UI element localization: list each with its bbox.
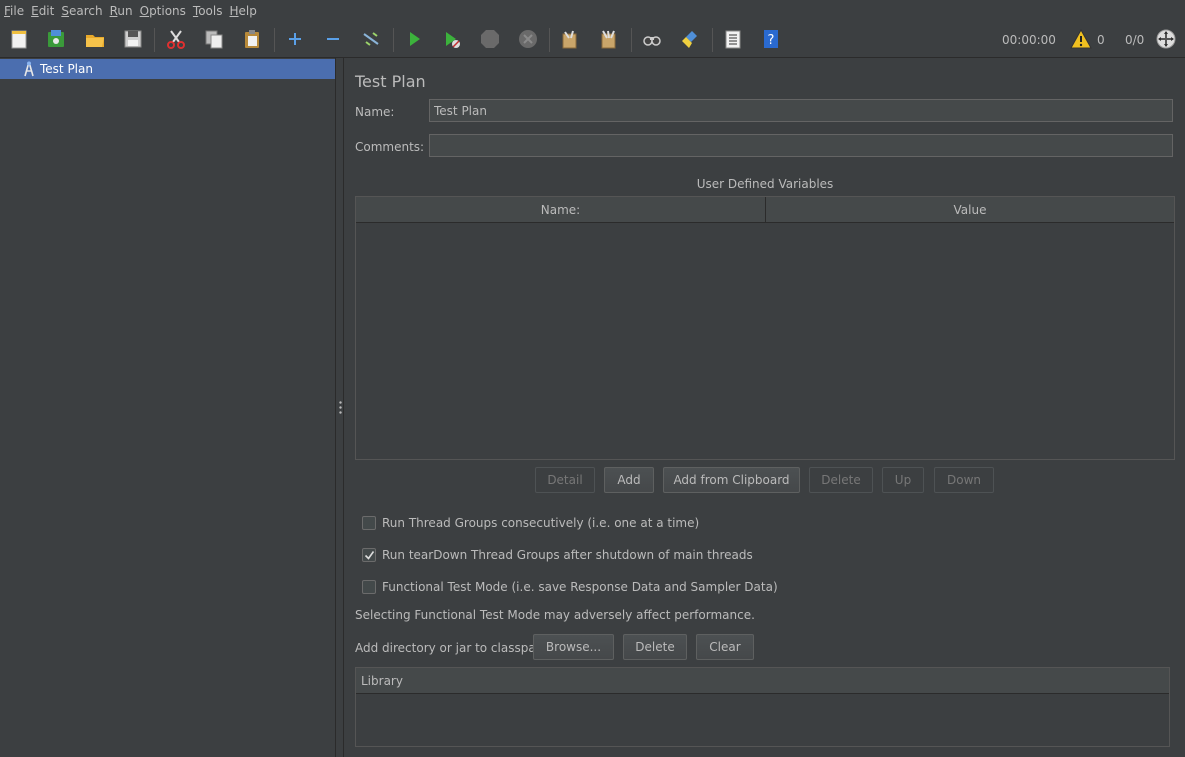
svg-text:?: ? <box>768 33 775 48</box>
add-button[interactable]: Add <box>604 467 654 493</box>
templates-icon[interactable] <box>43 26 69 52</box>
run-teardown-label: Run tearDown Thread Groups after shutdow… <box>382 548 753 562</box>
warning-count: 0 <box>1097 33 1105 47</box>
toolbar: ? 00:00:00 0 0/0 <box>0 21 1185 58</box>
checkmark-icon <box>364 550 374 560</box>
toggle-icon[interactable] <box>358 26 384 52</box>
save-icon[interactable] <box>120 26 146 52</box>
menu-search[interactable]: Search <box>61 4 102 18</box>
run-consecutively-option[interactable]: Run Thread Groups consecutively (i.e. on… <box>362 516 699 530</box>
test-plan-panel: Test Plan Name: Comments: User Defined V… <box>345 58 1185 757</box>
clear-all-icon[interactable] <box>596 26 622 52</box>
name-field[interactable] <box>429 99 1173 122</box>
panel-title: Test Plan <box>355 72 426 91</box>
copy-icon[interactable] <box>201 26 227 52</box>
test-tree: Test Plan <box>0 58 336 757</box>
start-no-pauses-icon[interactable] <box>439 26 465 52</box>
shutdown-icon[interactable] <box>515 26 541 52</box>
reset-search-icon[interactable] <box>677 26 703 52</box>
detail-button[interactable]: Detail <box>535 467 595 493</box>
run-consecutively-checkbox[interactable] <box>362 516 376 530</box>
new-icon[interactable] <box>6 26 32 52</box>
menu-run[interactable]: Run <box>110 4 133 18</box>
delete-classpath-button[interactable]: Delete <box>623 634 687 660</box>
menu-file[interactable]: File <box>4 4 24 18</box>
functional-mode-note: Selecting Functional Test Mode may adver… <box>355 608 755 622</box>
user-defined-variables-table[interactable]: Name: Value <box>355 196 1175 460</box>
expand-all-icon[interactable] <box>282 26 308 52</box>
cut-icon[interactable] <box>163 26 189 52</box>
table-header: Name: Value <box>356 197 1174 223</box>
column-header-library[interactable]: Library <box>356 668 1169 694</box>
menu-tools[interactable]: Tools <box>193 4 223 18</box>
menu-bar: File Edit Search Run Options Tools Help <box>0 0 1185 21</box>
up-button[interactable]: Up <box>882 467 924 493</box>
down-button[interactable]: Down <box>934 467 994 493</box>
split-pane-divider[interactable] <box>336 58 344 757</box>
delete-variable-button[interactable]: Delete <box>809 467 873 493</box>
function-helper-icon[interactable] <box>720 26 746 52</box>
open-icon[interactable] <box>82 26 108 52</box>
column-header-value[interactable]: Value <box>765 197 1174 223</box>
user-defined-variables-title: User Defined Variables <box>696 177 834 191</box>
classpath-library-table[interactable]: Library <box>355 667 1170 747</box>
run-teardown-checkbox[interactable] <box>362 548 376 562</box>
search-icon[interactable] <box>639 26 665 52</box>
warning-icon[interactable] <box>1069 26 1093 52</box>
elapsed-time: 00:00:00 <box>1002 33 1056 47</box>
functional-test-mode-label: Functional Test Mode (i.e. save Response… <box>382 580 778 594</box>
run-consecutively-label: Run Thread Groups consecutively (i.e. on… <box>382 516 700 530</box>
tree-item-label: Test Plan <box>40 62 93 76</box>
menu-help[interactable]: Help <box>230 4 257 18</box>
menu-options[interactable]: Options <box>140 4 186 18</box>
column-header-name[interactable]: Name: <box>356 197 765 223</box>
run-teardown-option[interactable]: Run tearDown Thread Groups after shutdow… <box>362 548 753 562</box>
active-threads: 0/0 <box>1125 33 1145 47</box>
drag-handle-icon <box>339 400 342 414</box>
clear-icon[interactable] <box>557 26 583 52</box>
help-icon[interactable]: ? <box>758 26 784 52</box>
functional-test-mode-checkbox[interactable] <box>362 580 376 594</box>
menu-edit[interactable]: Edit <box>31 4 54 18</box>
start-icon[interactable] <box>401 26 427 52</box>
collapse-all-icon[interactable] <box>320 26 346 52</box>
name-label: Name: <box>355 105 395 119</box>
test-plan-icon <box>22 61 36 77</box>
comments-label: Comments: <box>355 140 425 154</box>
classpath-label: Add directory or jar to classpath <box>355 641 549 655</box>
remote-status-icon <box>1153 26 1179 52</box>
comments-field[interactable] <box>429 134 1173 157</box>
add-from-clipboard-button[interactable]: Add from Clipboard <box>663 467 800 493</box>
paste-icon[interactable] <box>239 26 265 52</box>
clear-classpath-button[interactable]: Clear <box>696 634 754 660</box>
tree-item-test-plan[interactable]: Test Plan <box>0 59 335 79</box>
stop-icon[interactable] <box>477 26 503 52</box>
functional-test-mode-option[interactable]: Functional Test Mode (i.e. save Response… <box>362 580 778 594</box>
browse-button[interactable]: Browse... <box>533 634 614 660</box>
